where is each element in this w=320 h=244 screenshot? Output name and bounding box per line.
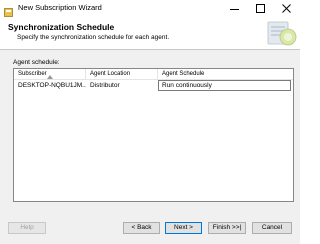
column-header-agent-schedule[interactable]: Agent Schedule — [158, 69, 293, 80]
close-icon — [282, 4, 291, 13]
agent-schedule-grid[interactable]: Subscriber Agent Location Agent Schedule… — [13, 68, 294, 202]
title-bar: New Subscription Wizard — [0, 0, 300, 17]
next-button[interactable]: Next > — [165, 222, 202, 234]
minimize-button[interactable] — [222, 0, 248, 17]
page-title: Synchronization Schedule — [8, 22, 115, 32]
minimize-icon — [230, 9, 239, 10]
column-header-agent-location[interactable]: Agent Location — [86, 69, 158, 80]
column-header-label: Subscriber — [18, 71, 47, 77]
table-row[interactable]: DESKTOP-NQBU1JM... Distributor Run conti… — [14, 80, 293, 91]
agent-location-cell: Distributor — [90, 82, 120, 89]
wizard-app-icon — [4, 4, 13, 17]
agent-schedule-cell[interactable]: Run continuously — [158, 80, 293, 91]
help-button[interactable]: Help — [8, 222, 46, 234]
page-subtitle: Specify the synchronization schedule for… — [17, 34, 170, 41]
wizard-header: Synchronization Schedule Specify the syn… — [0, 17, 300, 49]
window-title: New Subscription Wizard — [18, 3, 102, 12]
agent-schedule-label: Agent schedule: — [13, 59, 60, 66]
agent-schedule-select[interactable]: Run continuously — [158, 80, 291, 91]
wizard-footer: Help < Back Next > Finish >>| Cancel — [0, 212, 300, 244]
grid-header: Subscriber Agent Location Agent Schedule — [14, 69, 293, 80]
wizard-header-graphic — [262, 19, 298, 48]
finish-button[interactable]: Finish >>| — [208, 222, 246, 234]
column-header-subscriber[interactable]: Subscriber — [14, 69, 86, 80]
maximize-button[interactable] — [248, 0, 274, 17]
close-button[interactable] — [274, 0, 300, 17]
subscriber-cell: DESKTOP-NQBU1JM... — [18, 82, 86, 89]
maximize-icon — [256, 4, 265, 13]
cancel-button[interactable]: Cancel — [252, 222, 292, 234]
back-button[interactable]: < Back — [123, 222, 160, 234]
wizard-content: Agent schedule: Subscriber Agent Locatio… — [0, 50, 300, 212]
